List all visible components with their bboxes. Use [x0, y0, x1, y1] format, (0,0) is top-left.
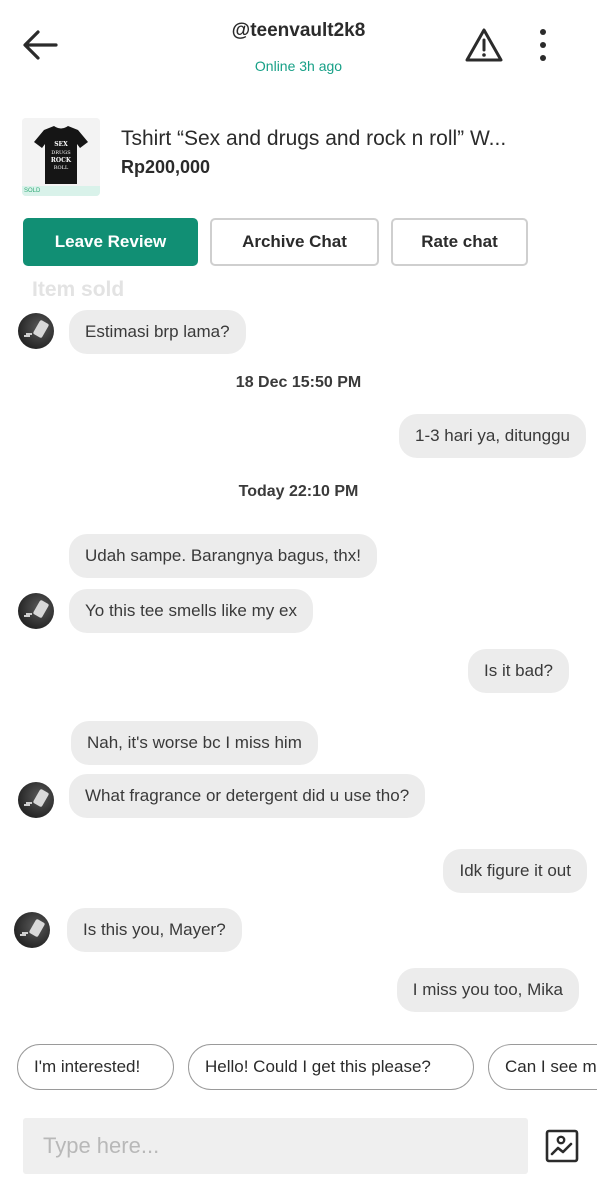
date-separator: Today 22:10 PM	[238, 483, 359, 500]
product-thumbnail[interactable]: SEX DRUGS ROCK ROLL SOLD	[22, 118, 100, 196]
message-input[interactable]	[23, 1118, 528, 1174]
svg-text:SEX: SEX	[54, 141, 68, 148]
quick-reply-chip[interactable]: I'm interested!	[17, 1044, 174, 1090]
message-bubble: Nah, it's worse bc I miss him	[71, 721, 318, 765]
product-price: Rp200,000	[121, 157, 211, 177]
archive-chat-button[interactable]: Archive Chat	[210, 218, 379, 266]
message-bubble: Udah sampe. Barangnya bagus, thx!	[69, 534, 377, 578]
message-bubble: Is it bad?	[468, 649, 569, 693]
chat-username[interactable]: @teenvault2k8	[0, 20, 597, 42]
message-bubble: Is this you, Mayer?	[67, 908, 242, 952]
quick-reply-chip[interactable]: Hello! Could I get this please?	[188, 1044, 474, 1090]
message-bubble: I miss you too, Mika	[396, 968, 579, 1012]
message-bubble: Idk figure it out	[443, 849, 587, 893]
tshirt-image: SEX DRUGS ROCK ROLL	[22, 118, 100, 196]
svg-text:ROCK: ROCK	[51, 157, 72, 164]
message-bubble: Yo this tee smells like my ex	[69, 589, 313, 633]
image-upload-icon[interactable]	[544, 1128, 580, 1164]
message-bubble: What fragrance or detergent did u use th…	[69, 774, 426, 818]
avatar[interactable]	[18, 313, 54, 349]
more-vertical-icon[interactable]	[530, 26, 556, 66]
svg-text:DRUGS: DRUGS	[51, 150, 71, 156]
rate-chat-button[interactable]: Rate chat	[391, 218, 528, 266]
product-title[interactable]: Tshirt “Sex and drugs and rock n roll” W…	[121, 127, 571, 151]
leave-review-button[interactable]: Leave Review	[23, 218, 198, 266]
avatar[interactable]	[18, 593, 54, 629]
message-bubble: 1-3 hari ya, ditunggu	[399, 414, 586, 458]
message-bubble: Estimasi brp lama?	[69, 310, 246, 354]
date-separator: 18 Dec 15:50 PM	[235, 374, 362, 391]
online-status: Online 3h ago	[254, 58, 343, 74]
avatar[interactable]	[18, 782, 54, 818]
avatar[interactable]	[14, 912, 50, 948]
svg-text:ROLL: ROLL	[54, 165, 69, 171]
item-sold-label: Item sold	[32, 278, 125, 301]
quick-reply-chip[interactable]: Can I see m	[488, 1044, 597, 1090]
warning-triangle-icon[interactable]	[464, 26, 504, 64]
sold-badge: SOLD	[22, 186, 100, 196]
